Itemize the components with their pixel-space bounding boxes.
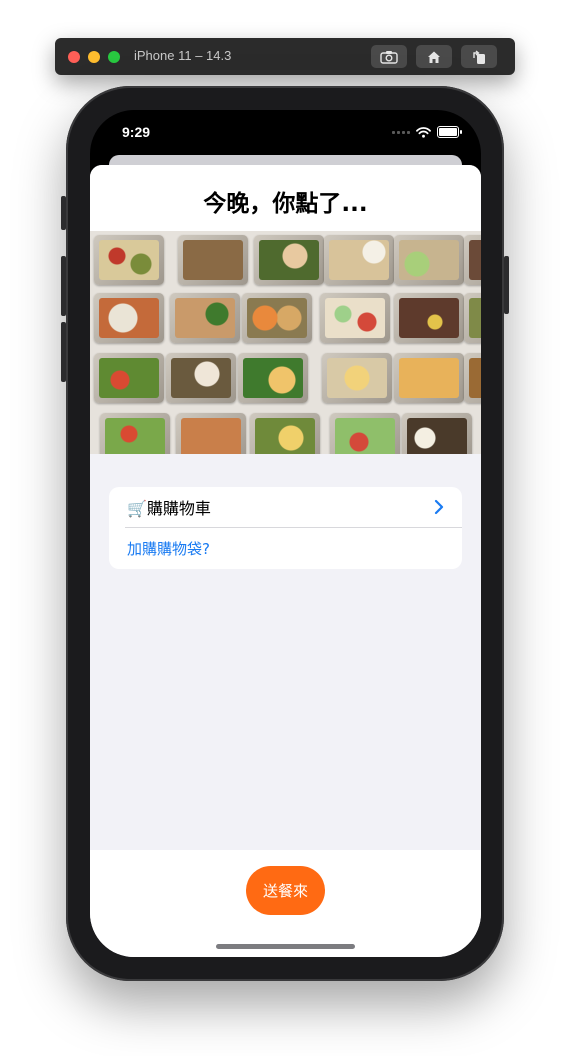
- status-icons: [392, 126, 462, 138]
- volume-up-button: [61, 256, 66, 316]
- minimize-window-button[interactable]: [88, 51, 100, 63]
- home-indicator: [216, 944, 355, 949]
- bottom-action-bar: 送餐來: [90, 850, 481, 957]
- mute-switch: [61, 196, 66, 230]
- phone-screen: 9:29 今晚，你點了... 🛒購購物車 加購購物袋? 送餐來: [90, 110, 481, 957]
- home-icon: [428, 51, 440, 63]
- status-time: 9:29: [122, 124, 151, 140]
- iphone-frame: 9:29 今晚，你點了... 🛒購購物車 加購購物袋? 送餐來: [61, 86, 509, 981]
- home-button[interactable]: [416, 45, 452, 68]
- cart-card: 🛒購購物車 加購購物袋?: [109, 487, 462, 569]
- screenshot-icon: [380, 50, 398, 64]
- simulator-device-title: iPhone 11 – 14.3: [134, 48, 232, 63]
- volume-down-button: [61, 322, 66, 382]
- cart-row[interactable]: 🛒購購物車: [109, 487, 462, 527]
- close-window-button[interactable]: [68, 51, 80, 63]
- row-divider: [125, 527, 462, 528]
- chevron-right-icon: [434, 499, 444, 515]
- cart-label: 🛒購購物車: [127, 499, 211, 518]
- page-title: 今晚，你點了...: [203, 191, 368, 217]
- rotate-icon: [473, 49, 485, 64]
- signal-icon: [392, 130, 410, 134]
- sheet-header: 今晚，你點了...: [90, 165, 481, 231]
- simulator-title-bar: iPhone 11 – 14.3: [55, 38, 515, 75]
- power-button: [504, 256, 509, 314]
- deliver-button[interactable]: 送餐來: [246, 866, 325, 915]
- battery-icon: [437, 126, 462, 138]
- wifi-icon: [416, 126, 431, 138]
- screenshot-button[interactable]: [371, 45, 407, 68]
- zoom-window-button[interactable]: [108, 51, 120, 63]
- rotate-button[interactable]: [461, 45, 497, 68]
- order-sheet: 今晚，你點了... 🛒購購物車 加購購物袋? 送餐來: [90, 165, 481, 957]
- add-shopping-bag-link[interactable]: 加購購物袋?: [127, 538, 210, 559]
- meal-trays-image: [90, 231, 481, 454]
- notch: [176, 110, 394, 142]
